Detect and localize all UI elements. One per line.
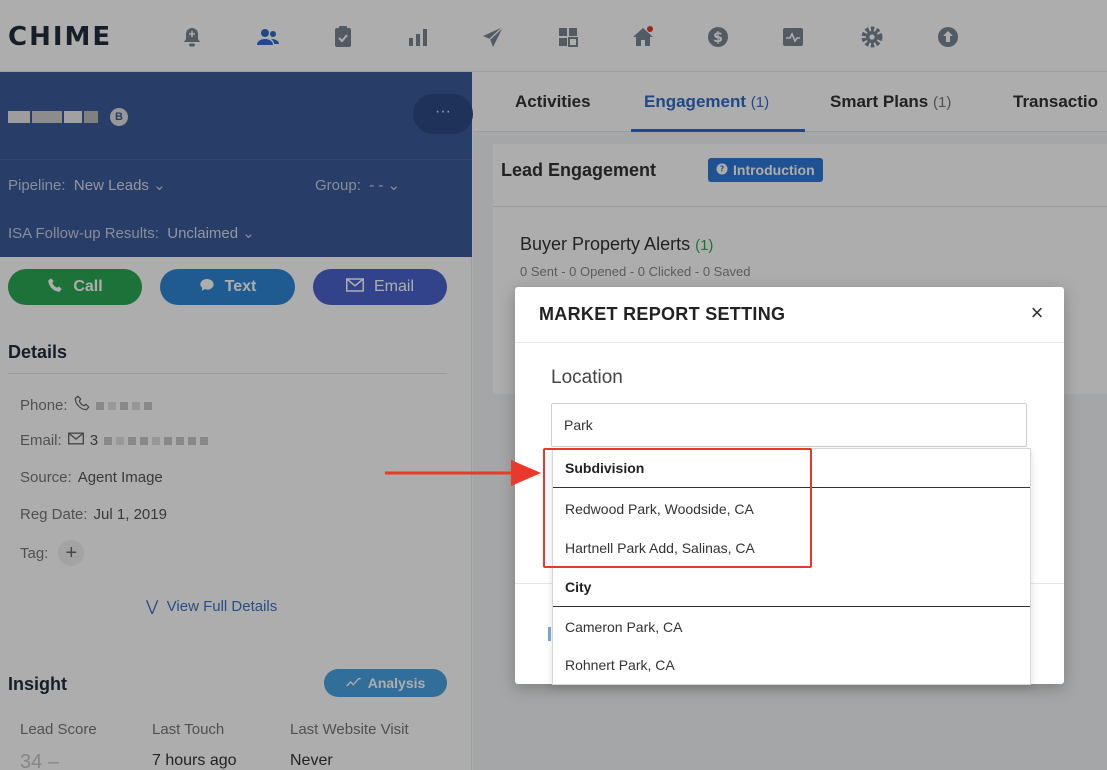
annotation-arrow-icon [385,460,541,486]
group-city: City [565,579,592,595]
annotation-highlight-box [543,448,812,568]
close-icon[interactable]: × [1024,300,1050,326]
suggestion-item[interactable]: Cameron Park, CA [553,608,1030,646]
modal-title: MARKET REPORT SETTING [539,304,786,324]
location-label: Location [551,367,623,388]
modal-header: MARKET REPORT SETTING × [515,287,1064,343]
location-input[interactable] [551,403,1027,447]
suggestion-item[interactable]: Rohnert Park, CA [553,646,1030,684]
